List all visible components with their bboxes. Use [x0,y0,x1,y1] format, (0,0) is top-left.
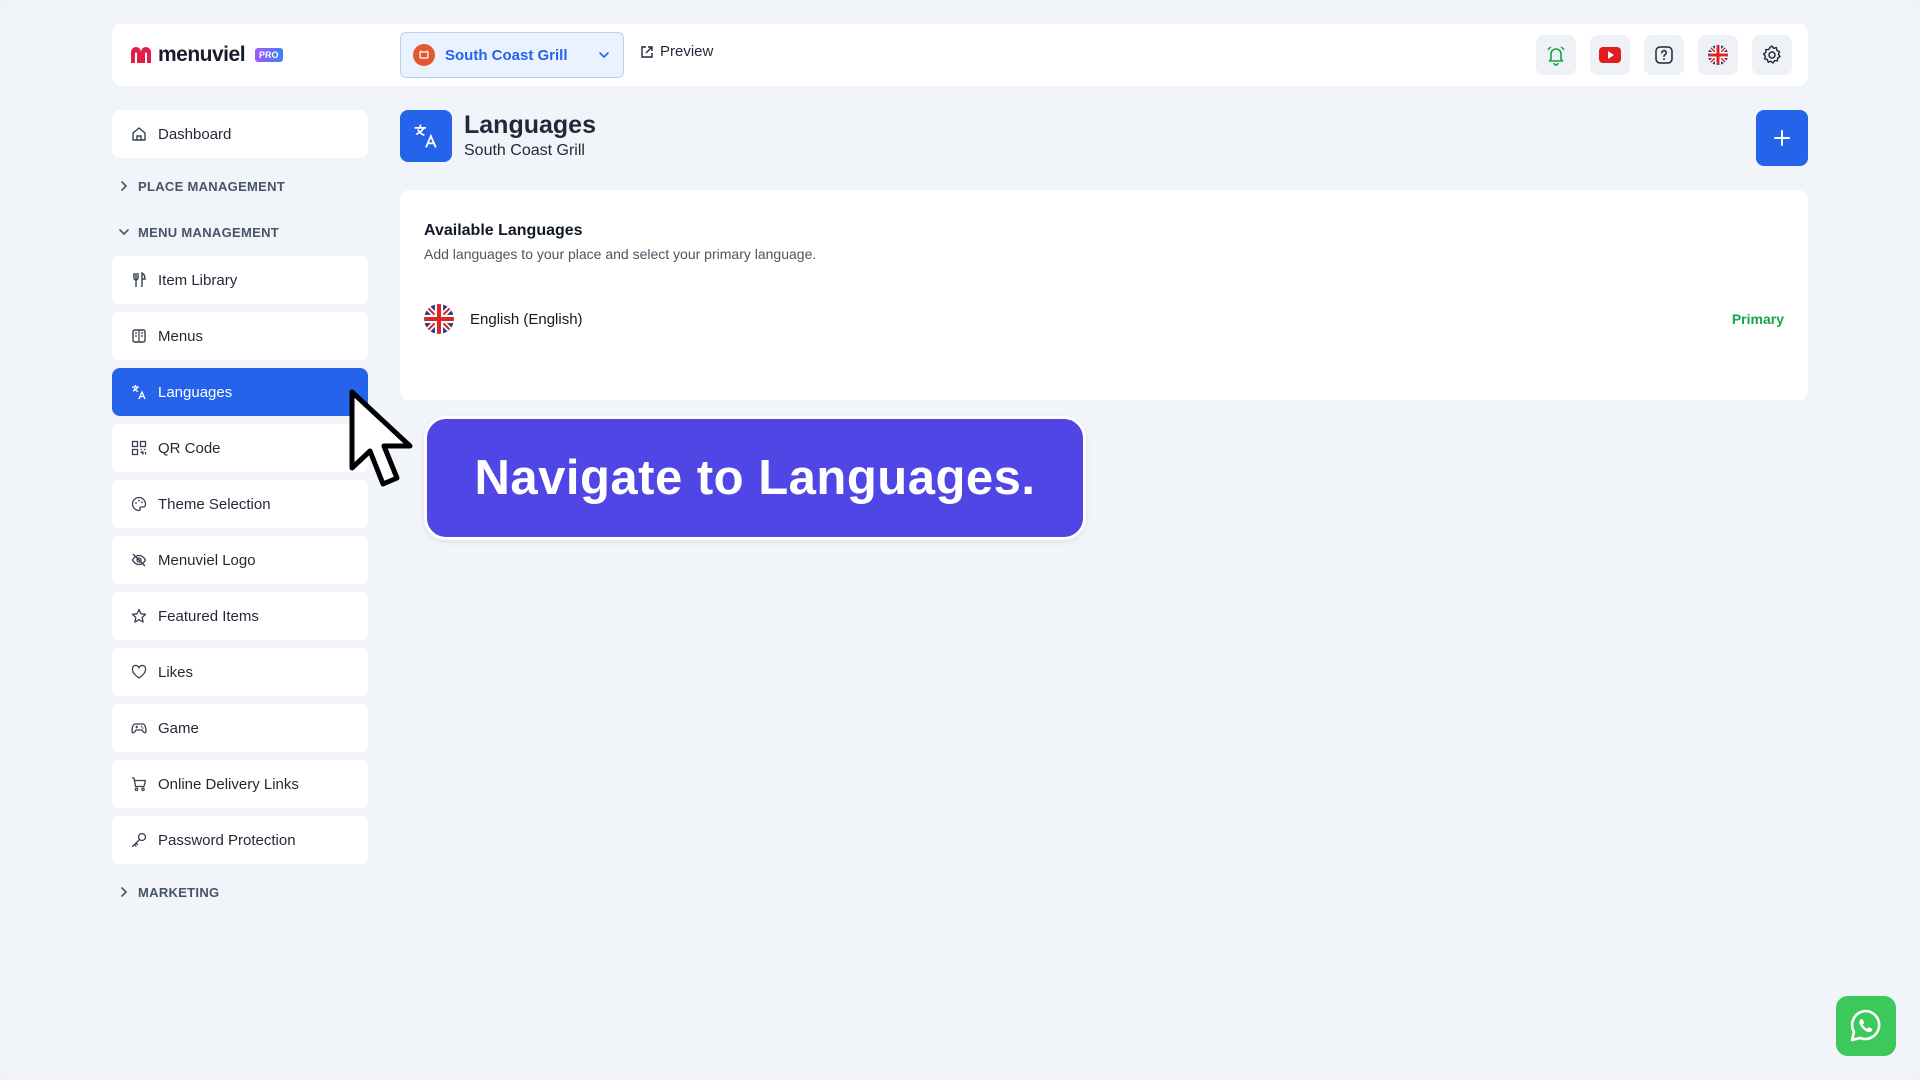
language-row[interactable]: English (English) Primary [424,304,1784,334]
palette-icon [130,495,148,513]
help-button[interactable] [1644,35,1684,75]
sidebar-item-menus[interactable]: Menus [112,312,368,360]
sidebar-item-label: Online Delivery Links [158,775,299,793]
section-menu-management[interactable]: MENU MANAGEMENT [112,212,368,252]
book-icon [130,327,148,345]
card-description: Add languages to your place and select y… [424,246,817,262]
chevron-right-icon [116,884,132,900]
sidebar-item-menuviel-logo[interactable]: Menuviel Logo [112,536,368,584]
settings-button[interactable] [1752,35,1792,75]
top-bar: menuviel PRO South Coast Grill Preview [112,24,1808,86]
home-icon [130,125,148,143]
sidebar-item-label: Menuviel Logo [158,551,256,569]
chevron-down-icon [116,224,132,240]
sidebar-item-label: Likes [158,663,194,681]
section-label: MENU MANAGEMENT [138,224,279,240]
sidebar-item-featured-items[interactable]: Featured Items [112,592,368,640]
header-actions [1536,35,1792,75]
gamepad-icon [130,719,148,737]
section-label: MARKETING [138,884,220,900]
title-block: Languages South Coast Grill [464,110,596,162]
sidebar-item-theme-selection[interactable]: Theme Selection [112,480,368,528]
preview-link[interactable]: Preview [640,43,713,60]
whatsapp-button[interactable] [1836,996,1896,1056]
sidebar-item-dashboard[interactable]: Dashboard [112,110,368,158]
gear-icon [1761,44,1783,66]
external-link-icon [640,45,654,59]
place-selector[interactable]: South Coast Grill [400,32,624,78]
sidebar: Dashboard PLACE MANAGEMENT MENU MANAGEME… [112,110,368,912]
sidebar-item-online-delivery-links[interactable]: Online Delivery Links [112,760,368,808]
whatsapp-icon [1847,1007,1885,1045]
key-icon [130,831,148,849]
tooltip-text: Navigate to Languages. [474,451,1036,505]
pro-badge: PRO [255,48,283,62]
place-avatar [413,44,435,66]
sidebar-item-label: Dashboard [158,125,232,143]
utensils-icon [130,271,148,289]
place-name: South Coast Grill [445,46,568,64]
page-header: Languages South Coast Grill [400,110,596,162]
sidebar-item-label: Game [158,719,199,737]
star-icon [130,607,148,625]
brand-name: menuviel [158,43,246,66]
sidebar-item-label: Featured Items [158,607,259,625]
sidebar-item-game[interactable]: Game [112,704,368,752]
card-title: Available Languages [424,222,583,239]
app-page: menuviel PRO South Coast Grill Preview D… [0,0,1920,1080]
youtube-button[interactable] [1590,35,1630,75]
eye-off-icon [130,551,148,569]
chevron-right-icon [116,178,132,194]
sidebar-item-label: Item Library [158,271,238,289]
preview-label: Preview [660,43,714,60]
section-label: PLACE MANAGEMENT [138,178,286,194]
cart-icon [130,775,148,793]
language-name: English (English) [470,310,583,328]
uk-flag-icon [1707,44,1729,66]
sidebar-item-languages[interactable]: Languages [112,368,368,416]
sidebar-item-label: Theme Selection [158,495,271,513]
page-subtitle: South Coast Grill [464,142,585,159]
uk-flag-icon [424,304,454,334]
mouse-cursor-icon [348,388,416,492]
page-title: Languages [464,111,596,139]
sidebar-item-label: Password Protection [158,831,296,849]
section-marketing[interactable]: MARKETING [112,872,368,912]
logo-mark-icon [128,45,154,65]
heart-icon [130,663,148,681]
help-icon [1654,45,1674,65]
sidebar-item-label: Menus [158,327,204,345]
plus-icon [1772,128,1792,148]
languages-card: Available Languages Add languages to you… [400,190,1808,400]
qr-icon [130,439,148,457]
translate-icon [400,110,452,162]
sidebar-item-password-protection[interactable]: Password Protection [112,816,368,864]
sidebar-item-label: Languages [158,383,233,401]
sidebar-item-qr-code[interactable]: QR Code [112,424,368,472]
primary-badge: Primary [1731,311,1784,327]
language-button[interactable] [1698,35,1738,75]
bell-icon [1545,44,1567,66]
tutorial-tooltip: Navigate to Languages. [424,416,1086,540]
translate-icon [130,383,148,401]
notifications-button[interactable] [1536,35,1576,75]
brand-logo[interactable]: menuviel PRO [128,43,283,67]
section-place-management[interactable]: PLACE MANAGEMENT [112,166,368,206]
chevron-down-icon [597,48,611,62]
sidebar-item-label: QR Code [158,439,221,457]
add-language-button[interactable] [1756,110,1808,166]
sidebar-item-likes[interactable]: Likes [112,648,368,696]
sidebar-item-item-library[interactable]: Item Library [112,256,368,304]
youtube-icon [1598,46,1622,64]
